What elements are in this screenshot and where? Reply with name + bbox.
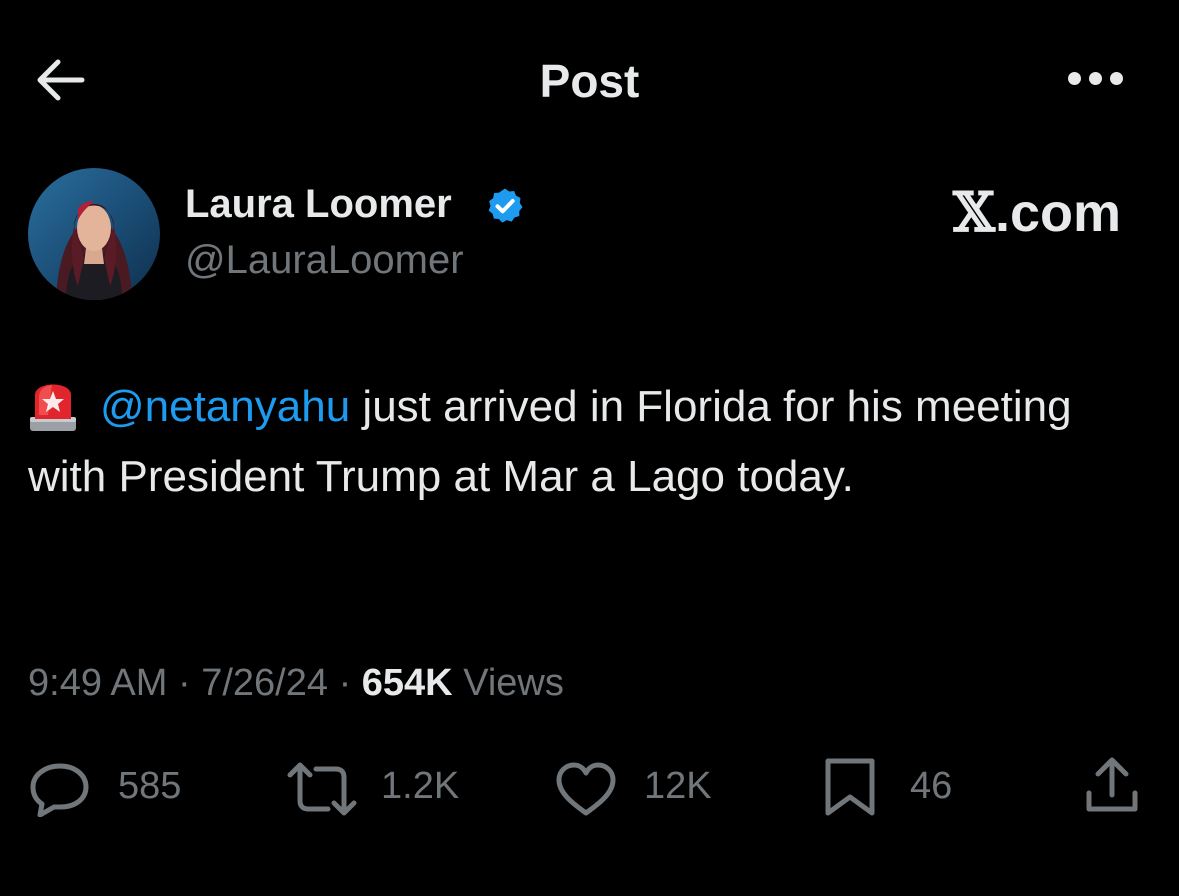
- bookmark-count: 46: [910, 765, 953, 807]
- tweet-text: @netanyahu just arrived in Florida for h…: [28, 372, 1148, 512]
- reply-icon: [30, 763, 89, 817]
- more-horizontal-icon: [1089, 72, 1102, 85]
- page-title: Post: [539, 55, 640, 107]
- display-name[interactable]: Laura Loomer: [185, 182, 452, 227]
- watermark-logo: 𝕏.com: [953, 180, 1121, 244]
- action-bar: 585 1.2K 12K 46: [0, 755, 1179, 819]
- separator: ·: [338, 662, 352, 704]
- share-icon: [1086, 757, 1138, 812]
- like-count: 12K: [644, 765, 712, 807]
- more-horizontal-icon: [1110, 72, 1123, 85]
- tweet-metadata: 9:49 AM · 7/26/24 · 654K Views: [28, 662, 564, 705]
- avatar[interactable]: [28, 168, 160, 300]
- repost-count: 1.2K: [381, 765, 460, 807]
- views-label: Views: [463, 662, 564, 704]
- share-button[interactable]: [1082, 755, 1146, 819]
- bookmark-icon: [825, 758, 875, 816]
- separator: ·: [177, 662, 191, 704]
- verified-badge-icon: [488, 188, 523, 223]
- reply-count: 585: [118, 765, 182, 807]
- more-horizontal-icon: [1068, 72, 1081, 85]
- heart-icon: [556, 762, 616, 816]
- post-date: 7/26/24: [201, 662, 328, 704]
- views-count[interactable]: 654K: [362, 662, 453, 704]
- reply-button[interactable]: 585: [28, 755, 198, 819]
- avatar-image: [28, 168, 160, 300]
- mention-link[interactable]: @netanyahu: [100, 382, 350, 431]
- post-time: 9:49 AM: [28, 662, 168, 704]
- repost-button[interactable]: 1.2K: [286, 755, 466, 819]
- repost-icon: [287, 762, 357, 816]
- like-button[interactable]: 12K: [554, 755, 724, 819]
- more-options-button[interactable]: [1064, 66, 1126, 94]
- top-bar: Post: [0, 0, 1179, 160]
- bookmark-button[interactable]: 46: [822, 755, 972, 819]
- rotating-light-icon: [30, 384, 76, 431]
- user-handle[interactable]: @LauraLoomer: [185, 238, 464, 283]
